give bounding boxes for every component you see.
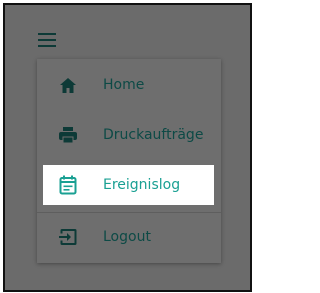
menu-item-label: Logout (103, 229, 151, 245)
menu-item-label: Ereignislog (103, 177, 181, 193)
menu-divider (37, 212, 221, 213)
app-window: Home Druckaufträge Ereignislog Logout (3, 3, 252, 292)
event-log-icon (57, 174, 79, 196)
menu-item-event-log[interactable]: Ereignislog (43, 165, 214, 205)
home-icon (57, 74, 79, 96)
menu-item-logout[interactable]: Logout (37, 217, 221, 257)
menu-item-print-jobs[interactable]: Druckaufträge (37, 115, 221, 155)
hamburger-menu-icon[interactable] (38, 33, 56, 47)
menu-item-home[interactable]: Home (37, 65, 221, 105)
menu-item-label: Druckaufträge (103, 127, 204, 143)
printer-icon (57, 124, 79, 146)
logout-icon (57, 226, 79, 248)
menu-item-label: Home (103, 77, 145, 93)
nav-menu: Home Druckaufträge Ereignislog Logout (37, 59, 221, 263)
